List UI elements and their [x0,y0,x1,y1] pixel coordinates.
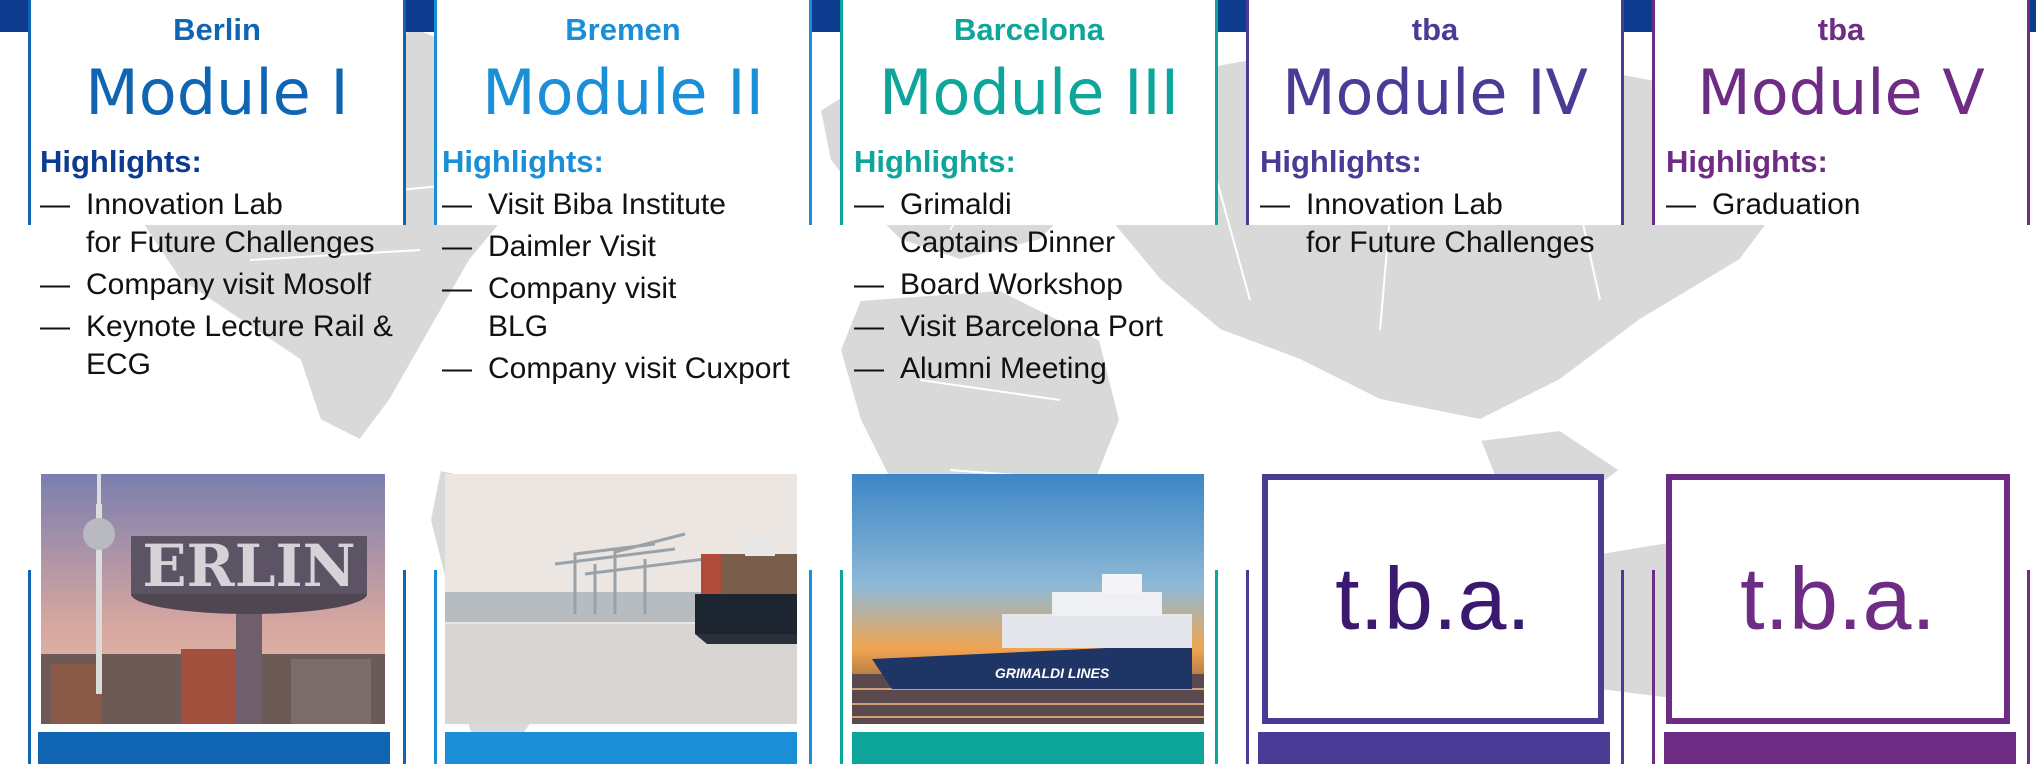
module-title: Module V [1697,56,1985,129]
berlin-tower-photo: ERLIN [41,474,385,724]
highlights-label: Highlights: [40,144,202,179]
highlight-item: — Keynote Lecture Rail & ECG [40,310,393,381]
module-footer-bar [1258,732,1610,764]
highlight-item: — Alumni Meeting [854,352,1107,385]
highlight-item: — Visit Biba Institute [442,188,726,221]
module-city: Bremen [565,12,681,47]
module-city: Barcelona [954,12,1104,47]
module-column-2: Bremen Module II Highlights: — Visit Biba… [434,0,812,764]
highlights-label: Highlights: [442,144,604,179]
highlight-item: — Board Workshop [854,268,1123,301]
highlights-list: — Visit Biba Institute — Daimler Visit — Co… [442,186,790,392]
module-footer-bar [445,732,797,764]
highlights-list: — Innovation Lab for Future Challenges [1260,186,1595,266]
module-column-3: Barcelona Module III Highlights: — Grimal… [840,0,1218,764]
highlight-item: — Company visit Cuxport [442,352,790,385]
svg-text:ERLIN: ERLIN [142,532,355,600]
tba-placeholder-box: t.b.a. [1262,474,1604,724]
module-title: Module III [878,56,1179,129]
ship-hull-text: GRIMALDI LINES [995,665,1110,681]
module-title: Module II [482,56,764,129]
highlight-item: — Grimaldi Captains Dinner [854,188,1116,259]
highlights-list: — Grimaldi Captains Dinner — Board Worksho… [854,186,1163,392]
module-column-5: tba Module V Highlights: — Graduation t.b… [1652,0,2030,764]
module-footer-bar [38,732,390,764]
highlight-item: — Company visit BLG [442,272,677,343]
highlights-label: Highlights: [854,144,1016,179]
module-title: Module IV [1282,56,1588,129]
highlights-label: Highlights: [1260,144,1422,179]
highlight-item: — Graduation [1666,188,1861,221]
module-city: tba [1411,12,1459,47]
highlight-item: — Visit Barcelona Port [854,310,1163,343]
bremen-port-photo [445,474,797,724]
grimaldi-ship-photo: GRIMALDI LINES [852,474,1204,724]
highlights-label: Highlights: [1666,144,1828,179]
tba-placeholder-text: t.b.a. [1335,549,1531,648]
highlight-item: — Daimler Visit [442,230,656,263]
highlights-list: — Graduation [1666,186,1860,228]
highlight-item: — Innovation Lab for Future Challenges [1260,188,1595,259]
highlight-item: — Innovation Lab for Future Challenges [40,188,375,259]
module-column-4: tba Module IV Highlights: — Innovation La… [1246,0,1624,764]
module-column-1: Berlin Module I Highlights: — Innovation … [28,0,406,764]
module-footer-bar [852,732,1204,764]
tba-placeholder-text: t.b.a. [1740,549,1936,648]
module-footer-bar [1664,732,2016,764]
module-city: tba [1817,12,1865,47]
highlight-item: — Company visit Mosolf [40,268,372,301]
module-city: Berlin [173,12,261,47]
tba-placeholder-box: t.b.a. [1666,474,2010,724]
highlights-list: — Innovation Lab for Future Challenges — C… [40,186,393,388]
module-title: Module I [85,56,349,129]
